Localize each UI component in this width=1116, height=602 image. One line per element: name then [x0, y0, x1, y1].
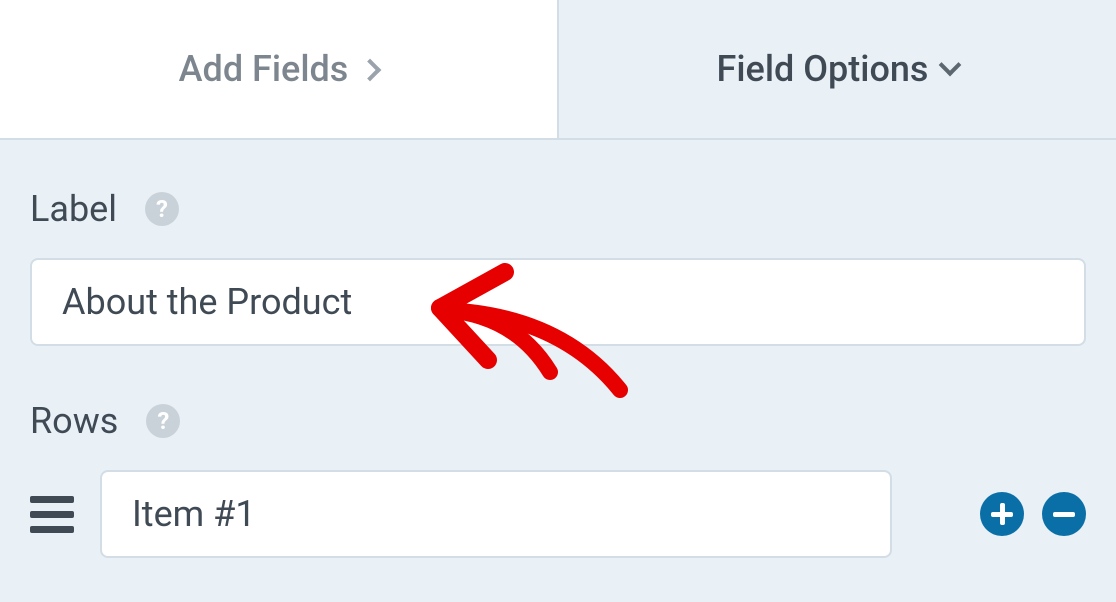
- rows-header: Rows ?: [30, 400, 1086, 442]
- tab-bar: Add Fields Field Options: [0, 0, 1116, 140]
- tab-field-options[interactable]: Field Options: [559, 0, 1116, 138]
- label-header: Label ?: [30, 188, 1086, 230]
- rows-title: Rows: [30, 400, 118, 442]
- remove-row-button[interactable]: [1042, 492, 1086, 536]
- row-input[interactable]: [100, 470, 892, 558]
- plus-icon: [991, 503, 1013, 525]
- rows-section: Rows ?: [30, 400, 1086, 558]
- row-item: [30, 470, 1086, 558]
- chevron-down-icon: [939, 54, 962, 77]
- chevron-right-icon: [359, 59, 382, 82]
- label-section: Label ?: [30, 188, 1086, 346]
- tab-add-fields[interactable]: Add Fields: [0, 0, 559, 138]
- help-icon[interactable]: ?: [146, 404, 180, 438]
- help-icon[interactable]: ?: [145, 192, 179, 226]
- label-input[interactable]: [30, 258, 1086, 346]
- add-row-button[interactable]: [980, 492, 1024, 536]
- drag-handle-icon[interactable]: [30, 496, 74, 533]
- row-actions: [980, 492, 1086, 536]
- minus-icon: [1053, 512, 1075, 517]
- label-title: Label: [30, 188, 117, 230]
- tab-field-options-label: Field Options: [717, 48, 929, 90]
- field-options-panel: Label ? Rows ?: [0, 140, 1116, 558]
- tab-add-fields-label: Add Fields: [179, 48, 349, 90]
